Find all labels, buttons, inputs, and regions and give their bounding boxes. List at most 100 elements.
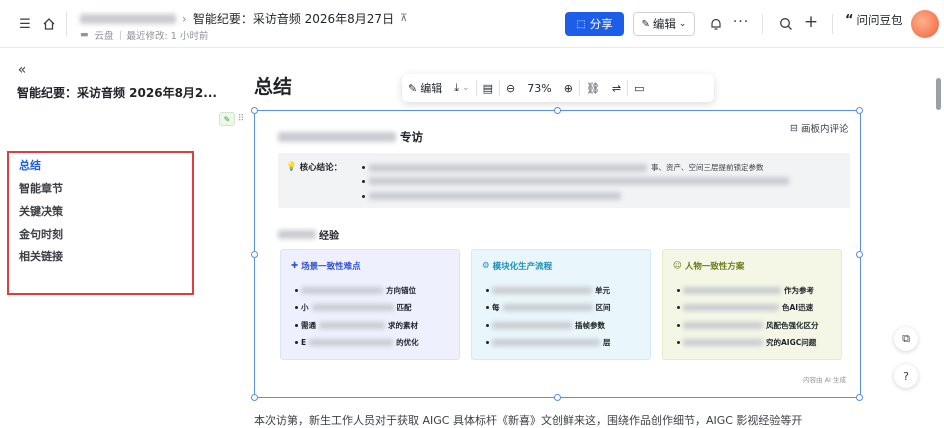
drag-handle-icon[interactable]: ⠿ — [236, 112, 246, 126]
resize-handle[interactable] — [554, 394, 561, 401]
resize-handle[interactable] — [251, 107, 258, 114]
home-icon[interactable] — [40, 15, 58, 33]
breadcrumb-chevron-icon: › — [182, 11, 187, 26]
people-icon: ☺ — [673, 261, 682, 271]
document-icon: ▤ — [482, 81, 494, 95]
comment-icon: ⊟ — [790, 122, 798, 134]
whiteboard[interactable]: 专访 ⊟ 画板内评论 💡 核心结论： 事、资产、空间三层提前锁定参数 经验 ✚ … — [260, 116, 855, 392]
conclusion-label: 💡 核心结论： — [286, 162, 343, 173]
outline-sidebar: « 智能纪要：采访音频 2026年8月2... 总结 智能章节 关键决策 金句时… — [0, 48, 230, 420]
share-button[interactable]: ⬚ 分享 — [565, 12, 624, 36]
card-item: E 的优化 — [295, 337, 419, 348]
conclusion-line — [362, 192, 621, 200]
pin-icon[interactable]: ⊼ — [400, 13, 407, 24]
copy-icon: ⧉ — [902, 332, 910, 345]
toolbar-edit-button[interactable]: ✎ 编辑 — [402, 74, 448, 102]
card-item: 究的AIGC问题 — [677, 337, 816, 348]
card-item: 单元 — [486, 285, 610, 296]
top-bar: ☰ › 智能纪要：采访音频 2026年8月27日 ⊼ ▬ 云盘 最近修改: 1 … — [0, 0, 944, 48]
scrollbar-thumb[interactable] — [936, 78, 941, 110]
ai-generated-note: 内容由 AI 生成 — [803, 376, 846, 384]
flow-icon: ⚙ — [482, 261, 490, 271]
card-scene-consistency: ✚ 场景一致性难点 方向锚位 小匹配 需通 求的素材 E 的优化 — [280, 249, 460, 360]
blurred-title-text — [278, 132, 396, 142]
doc-location[interactable]: 云盘 — [95, 28, 114, 42]
conclusion-line — [362, 177, 789, 185]
toolbar-download-button[interactable]: ⤓ ⌄ — [448, 74, 475, 102]
sidebar-doc-title[interactable]: 智能纪要：采访音频 2026年8月2... — [17, 84, 217, 101]
resize-handle[interactable] — [856, 107, 863, 114]
experience-heading: 经验 — [278, 227, 339, 242]
chevron-down-icon: ⌄ — [678, 19, 687, 29]
toc-item-summary[interactable]: 总结 — [19, 157, 41, 173]
help-button[interactable]: ? — [894, 364, 918, 388]
zoom-out-button[interactable]: ⊖ — [500, 74, 521, 102]
doc-title[interactable]: 智能纪要：采访音频 2026年8月27日 — [193, 10, 394, 27]
card-item: 需通 求的素材 — [295, 320, 418, 331]
zoom-out-icon: ⊖ — [506, 81, 516, 95]
lightbulb-icon: 💡 — [286, 162, 297, 172]
resize-handle[interactable] — [856, 394, 863, 401]
blurred-folder-name — [80, 13, 176, 24]
avatar[interactable] — [911, 10, 939, 38]
edit-mode-button[interactable]: ✎ 编辑 ⌄ — [633, 12, 695, 36]
whiteboard-toolbar: ✎ 编辑 ⤓ ⌄ ▤ ⊖ 73% ⊕ ⛓ ⇌ ▭ — [402, 74, 714, 102]
block-edit-icon[interactable]: ✎ — [219, 112, 235, 126]
summary-body-text: 本次访第，新生工作人员对于获取 AIGC 具体标杆《新喜》文创鲜来这，围绕作品创… — [254, 414, 803, 427]
card-item: 插帧参数 — [486, 320, 605, 331]
conclusion-line: 事、资产、空间三层提前锁定参数 — [362, 162, 764, 173]
document-main: 总结 ✎ ⠿ 专访 ⊟ 画板内评论 💡 核心结论： 事、资产、空间三层提前锁定参… — [219, 48, 944, 427]
search-icon[interactable] — [777, 15, 795, 33]
resize-handle[interactable] — [251, 394, 258, 401]
doc-meta: ▬ 云盘 最近修改: 1 小时前 — [80, 28, 208, 42]
copy-page-button[interactable]: ⧉ — [894, 327, 918, 351]
outline-toggle-icon[interactable]: ☰ — [16, 15, 34, 33]
download-icon: ⤓ — [454, 81, 460, 94]
board-title: 专访 — [278, 129, 423, 145]
resize-handle[interactable] — [856, 251, 863, 258]
pencil-icon: ✎ — [408, 81, 418, 95]
zoom-level[interactable]: 73% — [521, 74, 557, 102]
toolbar-wrap-button[interactable]: ⇌ — [606, 74, 627, 102]
table-of-contents: 总结 智能章节 关键决策 金句时刻 相关链接 — [7, 151, 194, 295]
toc-item-decisions[interactable]: 关键决策 — [19, 203, 63, 219]
board-comment-button[interactable]: ⊟ 画板内评论 — [790, 121, 848, 136]
card-item: 作为参考 — [677, 285, 814, 296]
resize-handle[interactable] — [251, 251, 258, 258]
zoom-in-button[interactable]: ⊕ — [558, 74, 579, 102]
chevron-down-icon: ⌄ — [462, 83, 470, 93]
text-wrap-icon: ⇌ — [611, 81, 622, 95]
card-item: 小匹配 — [295, 302, 412, 313]
folder-icon: ▬ — [80, 30, 89, 40]
notification-bell-icon[interactable] — [707, 15, 725, 33]
link-icon: ⛓ — [585, 81, 600, 95]
more-icon[interactable]: ··· — [732, 13, 750, 31]
section-heading: 总结 — [254, 76, 293, 98]
collapse-sidebar-icon[interactable]: « — [14, 62, 30, 78]
quote-icon: “ — [845, 12, 854, 28]
card-item: 色AI迅速 — [677, 302, 813, 313]
toolbar-doc-button[interactable]: ▤ — [477, 74, 499, 102]
toc-item-chapters[interactable]: 智能章节 — [19, 180, 63, 196]
help-icon: ? — [903, 369, 909, 383]
card-item: 每区间 — [486, 302, 611, 313]
card-item: 层 — [486, 337, 611, 348]
comment-icon: ▭ — [634, 81, 645, 95]
toolbar-link-button[interactable]: ⛓ — [580, 74, 606, 102]
resize-handle[interactable] — [554, 107, 561, 114]
zoom-in-icon: ⊕ — [563, 81, 573, 95]
toolbar-comment-button[interactable]: ▭ — [628, 74, 650, 102]
add-icon[interactable]: + — [802, 12, 820, 32]
puzzle-icon: ✚ — [291, 261, 299, 271]
ask-assistant-button[interactable]: “ 问问豆包 — [845, 12, 903, 28]
conclusion-box: 💡 核心结论： 事、资产、空间三层提前锁定参数 — [278, 153, 850, 208]
toc-item-links[interactable]: 相关链接 — [19, 248, 63, 264]
last-modified: 最近修改: 1 小时前 — [126, 31, 209, 42]
card-item: 风配色强化区分 — [677, 320, 819, 331]
share-icon: ⬚ — [576, 18, 586, 30]
card-item: 方向锚位 — [295, 285, 416, 296]
toc-item-quotes[interactable]: 金句时刻 — [19, 226, 63, 242]
breadcrumb: › 智能纪要：采访音频 2026年8月27日 ⊼ — [80, 10, 407, 27]
pencil-icon: ✎ — [641, 18, 650, 30]
card-character-consistency: ☺ 人物一致性方案 作为参考 色AI迅速 风配色强化区分 究的AIGC问题 — [662, 249, 842, 360]
